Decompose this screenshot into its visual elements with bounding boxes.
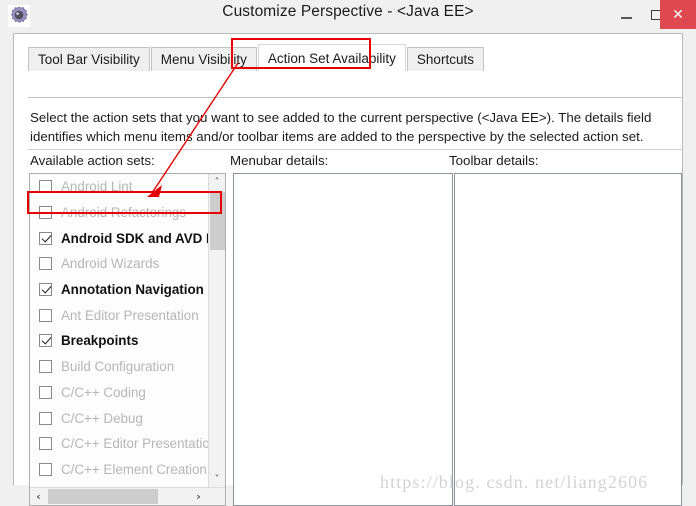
description-text: Select the action sets that you want to … xyxy=(30,108,680,146)
toolbar-details-pane[interactable] xyxy=(454,173,682,506)
action-set-row[interactable]: C/C++ Debug xyxy=(30,405,208,431)
action-set-row[interactable]: C/C++ Editor Presentatic xyxy=(30,431,208,457)
action-set-row[interactable]: Android Wizards xyxy=(30,251,208,277)
tab-label: Action Set Availability xyxy=(268,51,396,66)
checkbox-unchecked-icon[interactable] xyxy=(39,437,52,450)
action-set-label: Ant Editor Presentation xyxy=(61,308,199,323)
menubar-details-pane[interactable] xyxy=(233,173,453,506)
action-sets-list[interactable]: Android Lint Android Refactorings Android … xyxy=(29,173,226,506)
tab-strip: Tool Bar Visibility Menu Visibility Acti… xyxy=(28,45,485,71)
vertical-scrollbar[interactable]: ˄ ˅ xyxy=(208,174,225,488)
action-set-label: Build Configuration xyxy=(61,359,174,374)
tab-label: Menu Visibility xyxy=(161,52,247,67)
action-set-row[interactable]: Build Configuration xyxy=(30,354,208,380)
action-set-label: Annotation Navigation xyxy=(61,282,204,297)
tab-tool-bar-visibility[interactable]: Tool Bar Visibility xyxy=(28,47,150,71)
tab-label: Tool Bar Visibility xyxy=(38,52,140,67)
horizontal-scrollbar-thumb[interactable] xyxy=(48,489,158,504)
minimize-icon xyxy=(621,17,632,19)
scroll-down-icon[interactable]: ˅ xyxy=(209,471,225,488)
tab-action-set-availability[interactable]: Action Set Availability xyxy=(258,44,406,71)
action-set-label: Breakpoints xyxy=(61,333,138,348)
dialog-content: Tool Bar Visibility Menu Visibility Acti… xyxy=(13,33,683,485)
horizontal-divider xyxy=(28,149,683,150)
checkbox-checked-icon[interactable] xyxy=(39,283,52,296)
close-button[interactable]: ✕ xyxy=(660,0,696,29)
action-set-row[interactable]: Breakpoints xyxy=(30,328,208,354)
action-set-label: C/C++ Editor Presentatic xyxy=(61,436,208,451)
vertical-scrollbar-thumb[interactable] xyxy=(210,192,225,250)
tab-menu-visibility[interactable]: Menu Visibility xyxy=(151,47,257,71)
tab-strip-underline xyxy=(28,97,683,98)
action-set-label: Android Lint xyxy=(61,179,132,194)
action-set-label: C/C++ Element Creation xyxy=(61,462,207,477)
action-set-row[interactable]: Android SDK and AVD M xyxy=(30,225,208,251)
action-set-row[interactable]: Ant Editor Presentation xyxy=(30,302,208,328)
scroll-right-icon[interactable]: › xyxy=(190,488,207,505)
action-set-label: Android Wizards xyxy=(61,256,159,271)
checkbox-checked-icon[interactable] xyxy=(39,334,52,347)
watermark-text: https://blog. csdn. net/liang2606 xyxy=(380,472,648,493)
tab-label: Shortcuts xyxy=(417,52,474,67)
action-set-row[interactable]: C/C++ Element Creation xyxy=(30,457,208,483)
action-set-row[interactable]: Annotation Navigation xyxy=(30,277,208,303)
title-bar: Customize Perspective - <Java EE> ✕ xyxy=(0,0,696,33)
checkbox-unchecked-icon[interactable] xyxy=(39,412,52,425)
horizontal-scrollbar[interactable]: ‹ › xyxy=(30,487,225,505)
checkbox-unchecked-icon[interactable] xyxy=(39,386,52,399)
action-set-label: C/C++ Debug xyxy=(61,411,143,426)
checkbox-unchecked-icon[interactable] xyxy=(39,206,52,219)
action-set-label: Android Refactorings xyxy=(61,205,186,220)
action-set-label: Android SDK and AVD M xyxy=(61,231,208,246)
scroll-up-icon[interactable]: ˄ xyxy=(209,174,225,191)
checkbox-unchecked-icon[interactable] xyxy=(39,463,52,476)
action-sets-scrollport: Android Lint Android Refactorings Android … xyxy=(30,174,208,488)
close-icon: ✕ xyxy=(672,8,684,22)
tab-shortcuts[interactable]: Shortcuts xyxy=(407,47,484,71)
action-set-row[interactable]: Android Lint xyxy=(30,174,208,200)
window-title: Customize Perspective - <Java EE> xyxy=(0,3,696,21)
checkbox-unchecked-icon[interactable] xyxy=(39,257,52,270)
action-set-row[interactable]: Android Refactorings xyxy=(30,200,208,226)
checkbox-checked-icon[interactable] xyxy=(39,232,52,245)
checkbox-unchecked-icon[interactable] xyxy=(39,180,52,193)
checkbox-unchecked-icon[interactable] xyxy=(39,309,52,322)
available-action-sets-label: Available action sets: xyxy=(30,153,155,168)
customize-perspective-dialog: Customize Perspective - <Java EE> ✕ Tool… xyxy=(0,0,696,504)
action-set-label: C/C++ Coding xyxy=(61,385,146,400)
action-set-row[interactable]: C/C++ Coding xyxy=(30,380,208,406)
menubar-details-label: Menubar details: xyxy=(230,153,328,168)
checkbox-unchecked-icon[interactable] xyxy=(39,360,52,373)
toolbar-details-label: Toolbar details: xyxy=(449,153,538,168)
scroll-left-icon[interactable]: ‹ xyxy=(30,488,47,505)
